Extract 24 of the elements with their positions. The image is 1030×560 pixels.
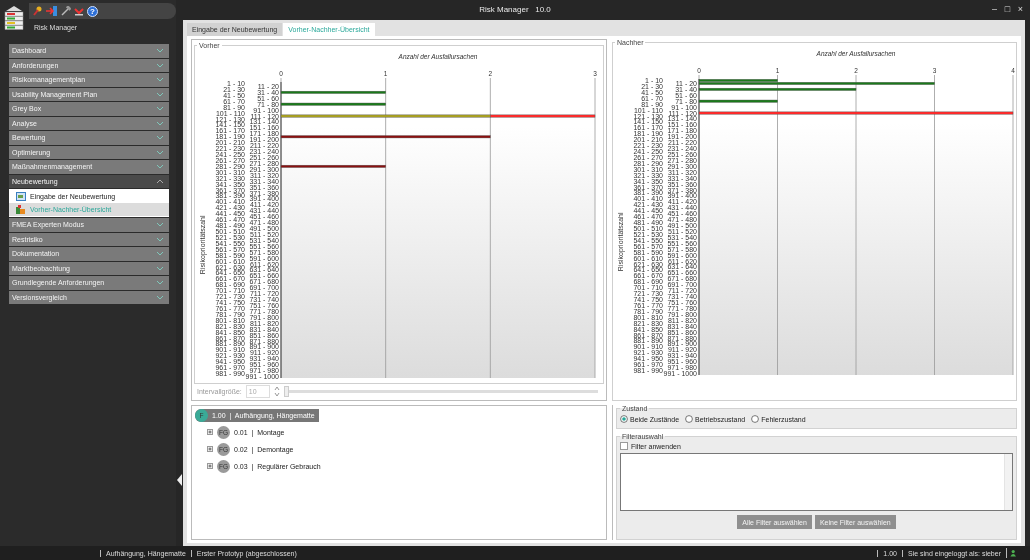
- user-icon: [1006, 548, 1016, 558]
- radio-button[interactable]: [685, 415, 694, 423]
- arrow-icon[interactable]: [46, 6, 58, 16]
- window-control[interactable]: ×: [1015, 4, 1026, 14]
- help-button[interactable]: ?: [87, 5, 98, 17]
- hammer-icon[interactable]: [61, 6, 71, 16]
- chart-icon: [16, 205, 26, 214]
- server-stack-icon: [3, 5, 25, 31]
- key-icon[interactable]: [33, 6, 43, 16]
- radio-button[interactable]: [620, 415, 628, 423]
- spinner-icon[interactable]: [273, 385, 280, 397]
- window-title: Risk Manager 10.0: [479, 4, 551, 14]
- expand-icon[interactable]: [207, 463, 213, 469]
- collapse-arrow-icon[interactable]: [177, 474, 182, 486]
- table-icon: [16, 192, 26, 201]
- radio-button[interactable]: [751, 415, 760, 423]
- expand-icon[interactable]: [207, 429, 213, 435]
- checkbox[interactable]: [620, 442, 628, 450]
- filter-list[interactable]: [620, 453, 1013, 511]
- window-control[interactable]: □: [1002, 4, 1013, 14]
- scrollbar[interactable]: [1004, 454, 1012, 510]
- expand-icon[interactable]: [207, 446, 213, 452]
- download-icon[interactable]: [74, 6, 84, 16]
- window-control[interactable]: –: [989, 4, 1000, 14]
